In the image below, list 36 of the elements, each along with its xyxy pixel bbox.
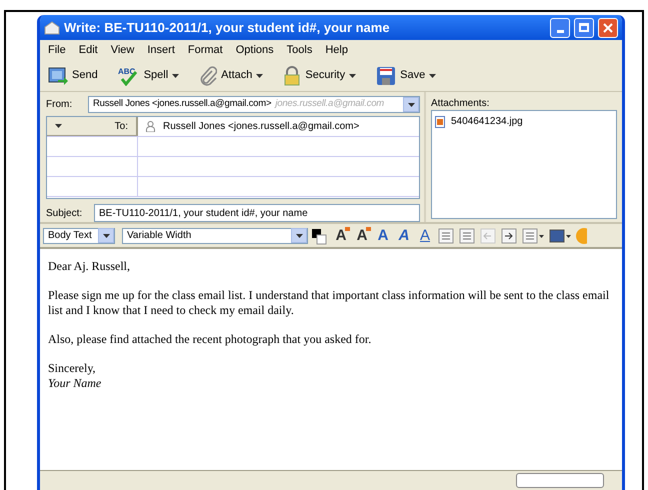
toolbar-button[interactable]: ABC Spell	[118, 66, 180, 86]
body-paragraph: Please sign me up for the class email list. I understand that important class information will be sent to the class email list and I know that I need to check my email daily.	[48, 288, 610, 318]
paragraph-style-dropdown[interactable]: Body Text	[43, 228, 115, 244]
body-paragraph: Dear Aj. Russell,	[48, 259, 131, 274]
menu-item[interactable]: File	[48, 42, 66, 58]
menu-item[interactable]: Insert	[147, 42, 175, 58]
menu-item[interactable]: Edit	[78, 42, 98, 58]
toolbar-button[interactable]: Send	[48, 66, 98, 86]
recipient-type-button[interactable]: To:	[47, 117, 138, 136]
toolbar-button[interactable]: Attach	[199, 66, 264, 86]
from-label: From:	[46, 98, 74, 112]
signature-name: Your Name	[48, 376, 102, 391]
toolbar-button[interactable]: Save	[376, 66, 436, 86]
body-paragraph: Also, please find attached the recent photograph that you asked for.	[48, 332, 372, 347]
body-paragraph: Sincerely,	[48, 361, 97, 376]
menu-item[interactable]: Format	[188, 42, 223, 58]
attachment-item[interactable]: 5404641234.jpg	[435, 114, 613, 129]
recipient-address[interactable]: Russell Jones <jones.russell.a@gmail.com>	[163, 119, 360, 134]
subject-field[interactable]: BE-TU110-2011/1, your student id#, your name	[94, 204, 420, 222]
italic-button[interactable]: A	[395, 226, 413, 244]
font-dropdown[interactable]: Variable Width	[122, 228, 308, 244]
menu-item[interactable]: Options	[236, 42, 274, 58]
underline-button[interactable]: A	[416, 226, 434, 244]
from-dropdown[interactable]: Russell Jones <jones.russell.a@gmail.com> jones.russell.a@gmail.com	[88, 96, 420, 113]
menu-item[interactable]: Help	[325, 42, 348, 58]
subject-label: Subject:	[46, 206, 84, 220]
window-title: Write: BE-TU110-2011/1, your student id#, your name	[64, 18, 391, 37]
from-hint: jones.russell.a@gmail.com	[275, 97, 386, 112]
toolbar-button[interactable]: Security	[283, 66, 356, 86]
from-value: Russell Jones <jones.russell.a@gmail.com>	[93, 97, 272, 112]
bold-button[interactable]: A	[374, 226, 392, 244]
attachments-label: Attachments:	[431, 97, 490, 110]
menu-item[interactable]: View	[110, 42, 134, 58]
font-larger-button[interactable]: A	[332, 226, 350, 244]
menu-item[interactable]: Tools	[286, 42, 312, 58]
font-smaller-button[interactable]: A	[353, 226, 371, 244]
